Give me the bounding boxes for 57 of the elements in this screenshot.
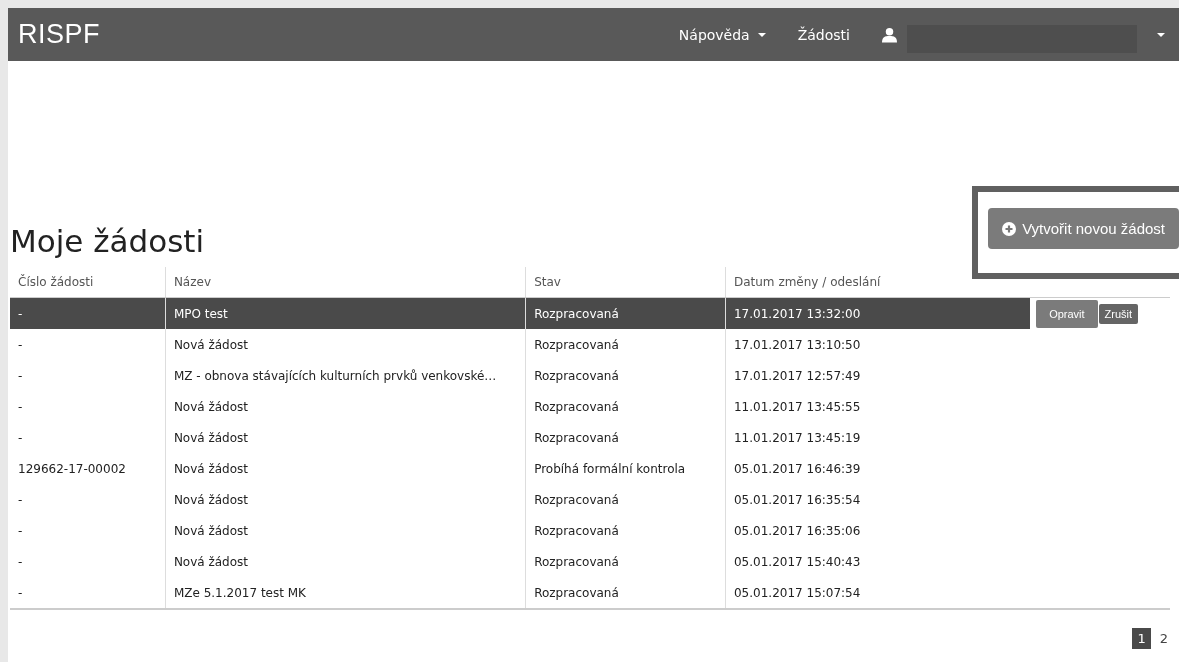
table-cell: Nová žádost (165, 546, 526, 577)
column-header[interactable]: Stav (525, 267, 726, 298)
table-cell: Rozpracovaná (525, 360, 726, 391)
table-cell: Rozpracovaná (525, 515, 726, 546)
table-cell: 05.01.2017 16:46:39 (725, 453, 1031, 484)
column-header[interactable]: Číslo žádosti (10, 267, 166, 298)
table-cell: 17.01.2017 13:10:50 (725, 329, 1031, 360)
table-cell: Rozpracovaná (525, 391, 726, 422)
table-cell: 17.01.2017 13:32:00 (725, 297, 1031, 329)
row-action-button[interactable]: Zrušit (1098, 303, 1139, 324)
plus-icon (1002, 221, 1017, 236)
caret-icon[interactable] (1157, 32, 1165, 37)
table-cell: Nová žádost (165, 391, 526, 422)
table-cell: Nová žádost (165, 484, 526, 515)
page-link[interactable]: 2 (1154, 628, 1173, 649)
table-cell: Nová žádost (165, 329, 526, 360)
table-cell: - (10, 297, 166, 329)
table-cell: - (10, 515, 166, 546)
table-cell: 05.01.2017 15:40:43 (725, 546, 1031, 577)
page-link[interactable]: 1 (1132, 628, 1151, 649)
table-cell: 05.01.2017 16:35:06 (725, 515, 1031, 546)
table-cell: 11.01.2017 13:45:55 (725, 391, 1031, 422)
table-cell: - (10, 484, 166, 515)
table-cell: Rozpracovaná (525, 297, 726, 329)
user-icon[interactable] (882, 26, 897, 43)
table-cell: - (10, 422, 166, 453)
table-cell: - (10, 546, 166, 577)
table-cell: MZ - obnova stávajících kulturních prvků venkovské… (165, 360, 526, 391)
row-action-button[interactable]: Opravit (1036, 299, 1098, 328)
table-cell: 11.01.2017 13:45:19 (725, 422, 1031, 453)
column-header[interactable]: Název (165, 267, 526, 298)
nav-link[interactable]: Žádosti (797, 26, 850, 43)
table-cell: 129662-17-00002 (10, 453, 166, 484)
table-cell: 17.01.2017 12:57:49 (725, 360, 1031, 391)
table-cell: Nová žádost (165, 422, 526, 453)
table-cell: 05.01.2017 16:35:54 (725, 484, 1031, 515)
table-cell: MPO test (165, 297, 526, 329)
table-cell: Nová žádost (165, 515, 526, 546)
page-title: Moje žádosti (10, 223, 205, 259)
table-cell: Rozpracovaná (525, 546, 726, 577)
table-cell: - (10, 360, 166, 391)
table-cell: MZe 5.1.2017 test MK (165, 577, 526, 609)
table-cell: Rozpracovaná (525, 484, 726, 515)
table-cell: Rozpracovaná (525, 422, 726, 453)
table-cell: Nová žádost (165, 453, 526, 484)
table-cell: - (10, 329, 166, 360)
nav-link[interactable]: Nápověda (678, 26, 766, 43)
table-cell: - (10, 577, 166, 609)
column-header[interactable]: Datum změny / odeslání (725, 267, 1031, 298)
table-cell: Rozpracovaná (525, 329, 726, 360)
create-button[interactable]: Vytvořit novou žádost (988, 208, 1179, 249)
table-cell: - (10, 391, 166, 422)
caret-icon (757, 32, 766, 37)
table-cell: Probíhá formální kontrola (525, 453, 726, 484)
brand-logo[interactable]: RISPF (18, 19, 100, 50)
table-cell: Rozpracovaná (525, 577, 726, 609)
table-cell: 05.01.2017 15:07:54 (725, 577, 1031, 609)
